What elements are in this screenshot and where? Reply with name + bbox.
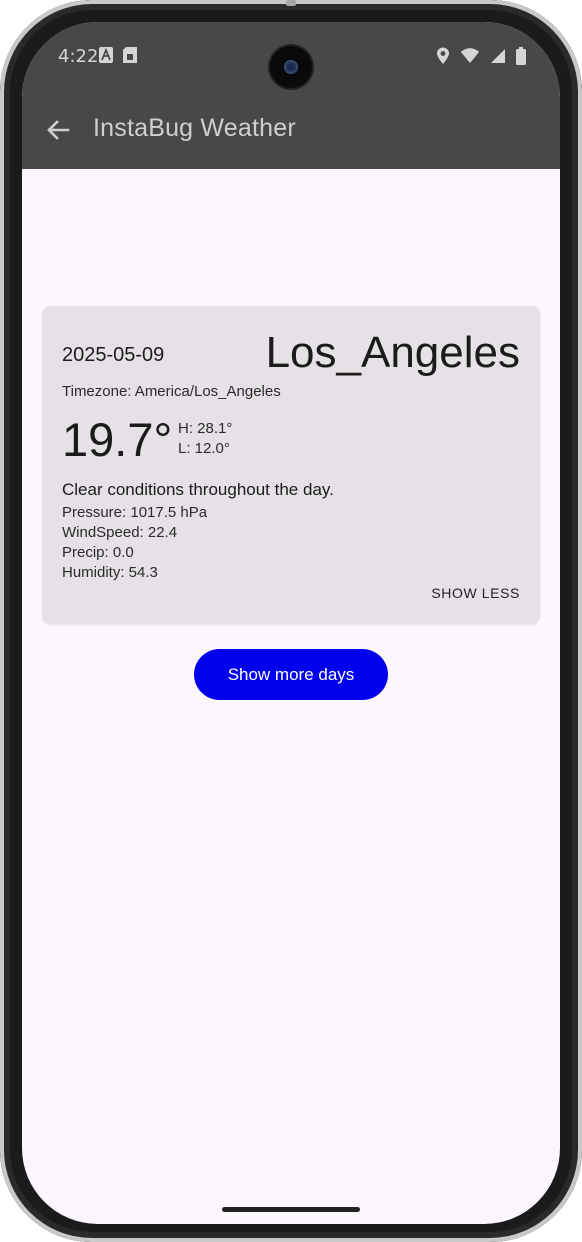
status-time: 4:22: [58, 46, 99, 67]
home-indicator[interactable]: [222, 1207, 360, 1212]
front-camera: [270, 46, 312, 88]
humidity-value: Humidity: 54.3: [62, 564, 158, 581]
status-left-icons: [99, 47, 137, 63]
cellular-signal-icon: [490, 48, 506, 64]
sim-card-icon: [123, 47, 137, 63]
precip-value: Precip: 0.0: [62, 544, 134, 561]
timezone-label: Timezone: America/Los_Angeles: [62, 383, 281, 400]
weather-description: Clear conditions throughout the day.: [62, 480, 334, 499]
high-temperature: H: 28.1°: [178, 420, 233, 437]
show-more-days-button[interactable]: Show more days: [194, 649, 388, 700]
pressure-value: Pressure: 1017.5 hPa: [62, 504, 208, 521]
arrow-back-icon[interactable]: [44, 116, 72, 144]
forecast-date: 2025-05-09: [62, 344, 165, 366]
battery-icon: [516, 47, 526, 65]
wind-speed-value: WindSpeed: 22.4: [62, 524, 178, 541]
power-button: [286, 0, 296, 6]
status-right-icons: [436, 47, 526, 65]
current-temperature: 19.7°: [62, 413, 173, 466]
wifi-icon: [460, 48, 480, 64]
location-icon: [436, 47, 450, 65]
low-temperature: L: 12.0°: [178, 440, 230, 457]
app-bar: 4:22 InstaBug Weather: [22, 22, 560, 169]
weather-card: 2025-05-09 Los_Angeles Timezone: America…: [42, 306, 540, 624]
app-title: InstaBug Weather: [93, 114, 296, 142]
city-name: Los_Angeles: [265, 328, 520, 377]
phone-frame: 4:22 InstaBug Weather 2025-05-09 Los_Ang…: [0, 0, 582, 1242]
phone-screen: 4:22 InstaBug Weather 2025-05-09 Los_Ang…: [22, 22, 560, 1224]
show-less-button[interactable]: SHOW LESS: [431, 585, 520, 601]
a-icon: [99, 47, 113, 63]
